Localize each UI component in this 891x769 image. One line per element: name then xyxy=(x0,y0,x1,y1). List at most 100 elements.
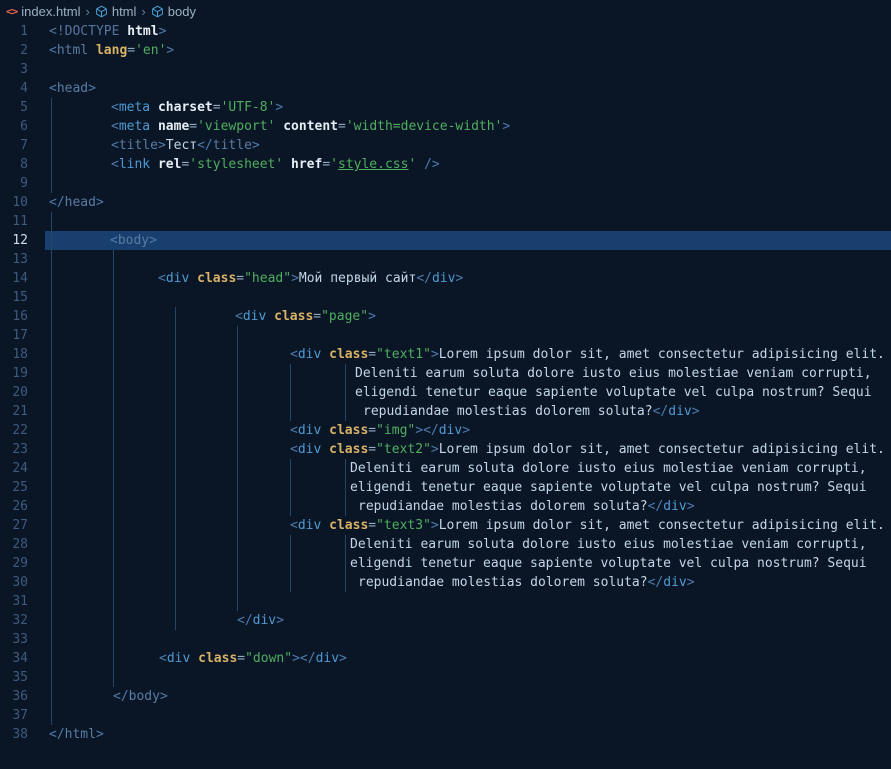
code-line[interactable]: 7 <title>Тест</title> xyxy=(0,136,891,155)
code-line[interactable]: 26 repudiandae molestias dolorem soluta?<… xyxy=(0,497,891,516)
line-number[interactable]: 24 xyxy=(0,459,45,478)
code-line[interactable]: 33 xyxy=(0,630,891,649)
line-number[interactable]: 37 xyxy=(0,706,45,725)
line-number[interactable]: 16 xyxy=(0,307,45,326)
code-line[interactable]: 35 xyxy=(0,668,891,687)
line-number[interactable]: 8 xyxy=(0,155,45,174)
line-number[interactable]: 27 xyxy=(0,516,45,535)
code-line[interactable]: 11 xyxy=(0,212,891,231)
code-line[interactable]: 21 repudiandae molestias dolorem soluta?<… xyxy=(0,402,891,421)
code-line[interactable]: 22 <div class="img"></div> xyxy=(0,421,891,440)
line-number[interactable]: 11 xyxy=(0,212,45,231)
token: 'width=device-width' xyxy=(345,119,503,134)
line-number[interactable]: 6 xyxy=(0,117,45,136)
line-number[interactable]: 2 xyxy=(0,41,45,60)
indent-guide xyxy=(51,288,52,307)
code-line[interactable]: 16 <div class="page"> xyxy=(0,307,891,326)
code-content: Deleniti earum soluta dolore iusto eius … xyxy=(45,535,891,554)
line-number[interactable]: 29 xyxy=(0,554,45,573)
line-number[interactable]: 38 xyxy=(0,725,45,744)
line-number[interactable]: 17 xyxy=(0,326,45,345)
line-number[interactable]: 3 xyxy=(0,60,45,79)
line-number[interactable]: 18 xyxy=(0,345,45,364)
code-line[interactable]: 20 eligendi tenetur eaque sapiente volupt… xyxy=(0,383,891,402)
code-line[interactable]: 29 eligendi tenetur eaque sapiente volupt… xyxy=(0,554,891,573)
code-line[interactable]: 17 xyxy=(0,326,891,345)
code-line[interactable]: 30 repudiandae molestias dolorem soluta?<… xyxy=(0,573,891,592)
line-number[interactable]: 36 xyxy=(0,687,45,706)
code-line[interactable]: 8 <link rel='stylesheet' href='style.css'… xyxy=(0,155,891,174)
code-line[interactable]: 25 eligendi tenetur eaque sapiente volupt… xyxy=(0,478,891,497)
indent-guide xyxy=(237,459,238,478)
code-line[interactable]: 27 <div class="text3">Lorem ipsum dolor s… xyxy=(0,516,891,535)
token: > xyxy=(149,233,157,248)
code-line[interactable]: 5 <meta charset='UTF-8'> xyxy=(0,98,891,117)
code-text: <meta charset='UTF-8'> xyxy=(111,98,283,117)
code-line[interactable]: 23 <div class="text2">Lorem ipsum dolor s… xyxy=(0,440,891,459)
code-line[interactable]: 18 <div class="text1">Lorem ipsum dolor s… xyxy=(0,345,891,364)
breadcrumb-item-file[interactable]: <> index.html xyxy=(6,4,81,19)
code-content: <div class="down"></div> xyxy=(45,649,891,668)
token: div xyxy=(165,271,190,286)
code-text: Deleniti earum soluta dolore iusto eius … xyxy=(355,364,872,383)
line-number[interactable]: 21 xyxy=(0,402,45,421)
line-number[interactable]: 4 xyxy=(0,79,45,98)
code-line[interactable]: 36 </body> xyxy=(0,687,891,706)
code-line[interactable]: 14 <div class="head">Мой первый сайт</div… xyxy=(0,269,891,288)
indent-guide xyxy=(290,478,291,497)
line-number[interactable]: 28 xyxy=(0,535,45,554)
breadcrumb-item-html[interactable]: html xyxy=(95,4,136,19)
code-line[interactable]: 4 <head> xyxy=(0,79,891,98)
line-number[interactable]: 10 xyxy=(0,193,45,212)
code-line[interactable]: 3 xyxy=(0,60,891,79)
breadcrumb-item-body[interactable]: body xyxy=(151,4,196,19)
line-number[interactable]: 14 xyxy=(0,269,45,288)
line-number[interactable]: 25 xyxy=(0,478,45,497)
line-number[interactable]: 34 xyxy=(0,649,45,668)
code-line[interactable]: 31 xyxy=(0,592,891,611)
line-number[interactable]: 5 xyxy=(0,98,45,117)
line-number[interactable]: 32 xyxy=(0,611,45,630)
code-line[interactable]: 32 </div> xyxy=(0,611,891,630)
code-line[interactable]: 13 xyxy=(0,250,891,269)
code-line[interactable]: 12 <body> xyxy=(0,231,891,250)
editor-lines[interactable]: 1 <!DOCTYPE html> 2 <html lang='en'> 3 4 <head… xyxy=(0,22,891,744)
code-line[interactable]: 2 <html lang='en'> xyxy=(0,41,891,60)
code-line[interactable]: 24 Deleniti earum soluta dolore iusto eiu… xyxy=(0,459,891,478)
code-line[interactable]: 10 </head> xyxy=(0,193,891,212)
token: /> xyxy=(424,157,440,172)
indent-guide xyxy=(290,535,291,554)
code-line[interactable]: 19 Deleniti earum soluta dolore iusto eiu… xyxy=(0,364,891,383)
token: > xyxy=(95,727,104,742)
line-number[interactable]: 23 xyxy=(0,440,45,459)
line-number[interactable]: 31 xyxy=(0,592,45,611)
indent-guide xyxy=(51,630,52,649)
line-number[interactable]: 12 xyxy=(0,231,45,250)
line-number[interactable]: 33 xyxy=(0,630,45,649)
code-line[interactable]: 9 xyxy=(0,174,891,193)
line-number[interactable]: 19 xyxy=(0,364,45,383)
line-number[interactable]: 15 xyxy=(0,288,45,307)
code-line[interactable]: 6 <meta name='viewport' content='width=de… xyxy=(0,117,891,136)
token: html xyxy=(127,24,159,39)
line-number[interactable]: 30 xyxy=(0,573,45,592)
token: div xyxy=(166,651,191,666)
code-line[interactable]: 15 xyxy=(0,288,891,307)
code-line[interactable]: 37 xyxy=(0,706,891,725)
line-number[interactable]: 1 xyxy=(0,22,45,41)
indent-guide xyxy=(237,516,238,535)
code-line[interactable]: 34 <div class="down"></div> xyxy=(0,649,891,668)
token: div xyxy=(297,347,322,362)
code-line[interactable]: 1 <!DOCTYPE html> xyxy=(0,22,891,41)
line-number[interactable]: 20 xyxy=(0,383,45,402)
line-number[interactable]: 35 xyxy=(0,668,45,687)
code-line[interactable]: 38 </html> xyxy=(0,725,891,744)
line-number[interactable]: 7 xyxy=(0,136,45,155)
line-number[interactable]: 13 xyxy=(0,250,45,269)
line-number[interactable]: 26 xyxy=(0,497,45,516)
token: title xyxy=(118,138,158,153)
token: > xyxy=(159,689,168,704)
line-number[interactable]: 9 xyxy=(0,174,45,193)
line-number[interactable]: 22 xyxy=(0,421,45,440)
code-line[interactable]: 28 Deleniti earum soluta dolore iusto eiu… xyxy=(0,535,891,554)
